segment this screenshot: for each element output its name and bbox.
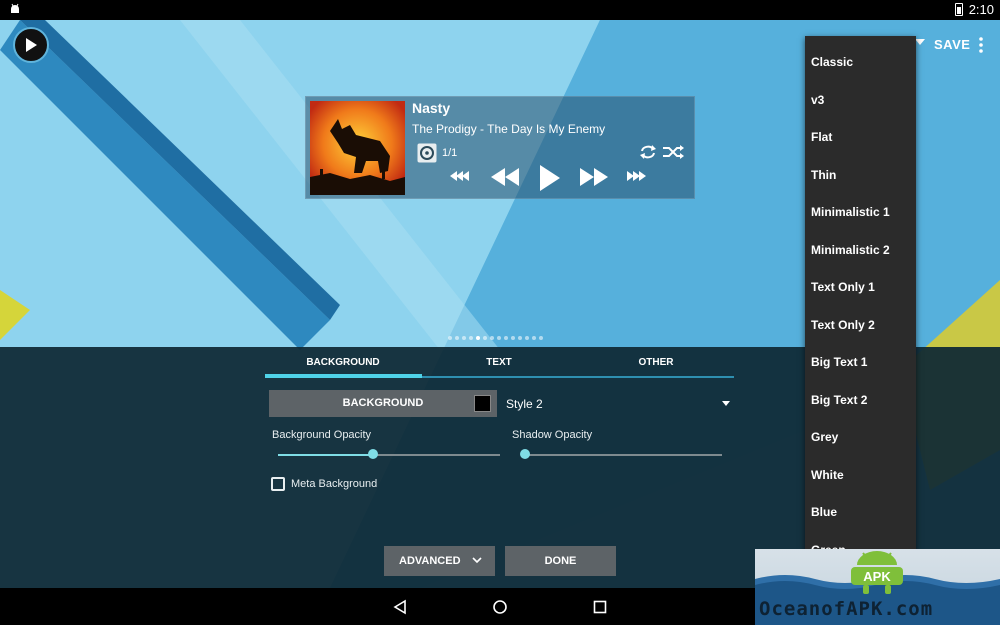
style-select[interactable]: Style 2 xyxy=(506,397,543,411)
page-dot xyxy=(539,336,543,340)
play-icon[interactable] xyxy=(538,163,562,193)
tab-background[interactable]: BACKGROUND xyxy=(265,349,421,377)
watermark-text: OceanofAPK.com xyxy=(759,598,934,620)
queue-position: 1/1 xyxy=(442,147,458,159)
save-button[interactable]: SAVE xyxy=(934,37,970,52)
style-menu-item[interactable]: Classic xyxy=(811,55,853,69)
style-menu-item[interactable]: Text Only 1 xyxy=(811,280,875,294)
page-dot xyxy=(448,336,452,340)
background-color-button[interactable]: BACKGROUND xyxy=(269,390,497,417)
style-menu-item[interactable]: Blue xyxy=(811,505,837,519)
style-menu-item[interactable]: Text Only 2 xyxy=(811,318,875,332)
album-art xyxy=(310,101,405,195)
background-opacity-fill xyxy=(278,454,374,456)
style-menu-item[interactable]: Flat xyxy=(811,130,832,144)
page-dot xyxy=(462,336,466,340)
previous-icon[interactable] xyxy=(490,166,522,188)
page-dot xyxy=(511,336,515,340)
play-preview-button[interactable] xyxy=(13,27,49,63)
style-menu-item[interactable]: Big Text 1 xyxy=(811,355,867,369)
android-debug-icon xyxy=(11,3,19,13)
watermark: APK OceanofAPK.com xyxy=(755,549,1000,625)
background-color-swatch xyxy=(474,395,491,412)
track-artist-album: The Prodigy - The Day Is My Enemy xyxy=(412,122,606,136)
chevron-down-icon xyxy=(472,557,482,564)
advanced-button[interactable]: ADVANCED xyxy=(384,546,495,576)
shadow-opacity-track[interactable] xyxy=(525,454,722,456)
back-icon[interactable] xyxy=(392,599,408,615)
page-dot xyxy=(469,336,473,340)
style-menu-item[interactable]: White xyxy=(811,468,844,482)
shadow-opacity-label: Shadow Opacity xyxy=(512,429,593,441)
style-menu-item[interactable]: Big Text 2 xyxy=(811,393,867,407)
fast-rewind-icon[interactable] xyxy=(449,168,471,184)
style-dropdown-menu: Classic v3 Flat Thin Minimalistic 1 Minimalis… xyxy=(805,36,916,568)
style-menu-item[interactable]: Thin xyxy=(811,168,836,182)
page-dot xyxy=(525,336,529,340)
shadow-opacity-thumb[interactable] xyxy=(520,449,530,459)
repeat-icon[interactable] xyxy=(639,144,657,160)
overflow-menu-icon[interactable] xyxy=(975,36,987,54)
tab-active-indicator xyxy=(265,374,422,378)
widget-preview[interactable]: Nasty The Prodigy - The Day Is My Enemy … xyxy=(305,96,695,199)
page-dot xyxy=(504,336,508,340)
status-bar: 2:10 xyxy=(0,0,1000,20)
android-apk-logo: APK xyxy=(851,551,903,594)
next-icon[interactable] xyxy=(579,166,611,188)
page-dot xyxy=(532,336,536,340)
style-menu-item[interactable]: v3 xyxy=(811,93,824,107)
status-time: 2:10 xyxy=(968,2,994,17)
page-dot xyxy=(490,336,494,340)
meta-background-checkbox[interactable] xyxy=(271,477,285,491)
status-right: 2:10 xyxy=(954,2,994,17)
page-dot xyxy=(483,336,487,340)
style-menu-item[interactable]: Minimalistic 2 xyxy=(811,243,890,257)
page-dot xyxy=(455,336,459,340)
page-indicator xyxy=(448,336,543,340)
apk-logo-text: APK xyxy=(863,569,891,584)
queue-disc-icon[interactable] xyxy=(417,143,437,163)
style-menu-item[interactable]: Grey xyxy=(811,430,838,444)
tab-other[interactable]: OTHER xyxy=(578,349,734,377)
recents-icon[interactable] xyxy=(592,599,608,615)
page-dot xyxy=(497,336,501,340)
home-icon[interactable] xyxy=(492,599,508,615)
tab-text[interactable]: TEXT xyxy=(421,349,577,377)
play-icon xyxy=(26,38,37,52)
advanced-button-label: ADVANCED xyxy=(399,555,461,567)
meta-background-label: Meta Background xyxy=(291,478,378,490)
style-menu-item[interactable]: Minimalistic 1 xyxy=(811,205,890,219)
style-select-caret-icon[interactable] xyxy=(722,401,730,406)
background-button-label: BACKGROUND xyxy=(342,397,424,409)
page-dot xyxy=(518,336,522,340)
battery-icon xyxy=(954,3,963,16)
shuffle-icon[interactable] xyxy=(662,144,684,160)
page-dot xyxy=(476,336,480,340)
track-title: Nasty xyxy=(412,100,451,116)
fast-forward-icon[interactable] xyxy=(626,168,648,184)
theme-dropdown-caret-icon[interactable] xyxy=(915,39,925,45)
done-button[interactable]: DONE xyxy=(505,546,616,576)
background-opacity-label: Background Opacity xyxy=(272,429,372,441)
